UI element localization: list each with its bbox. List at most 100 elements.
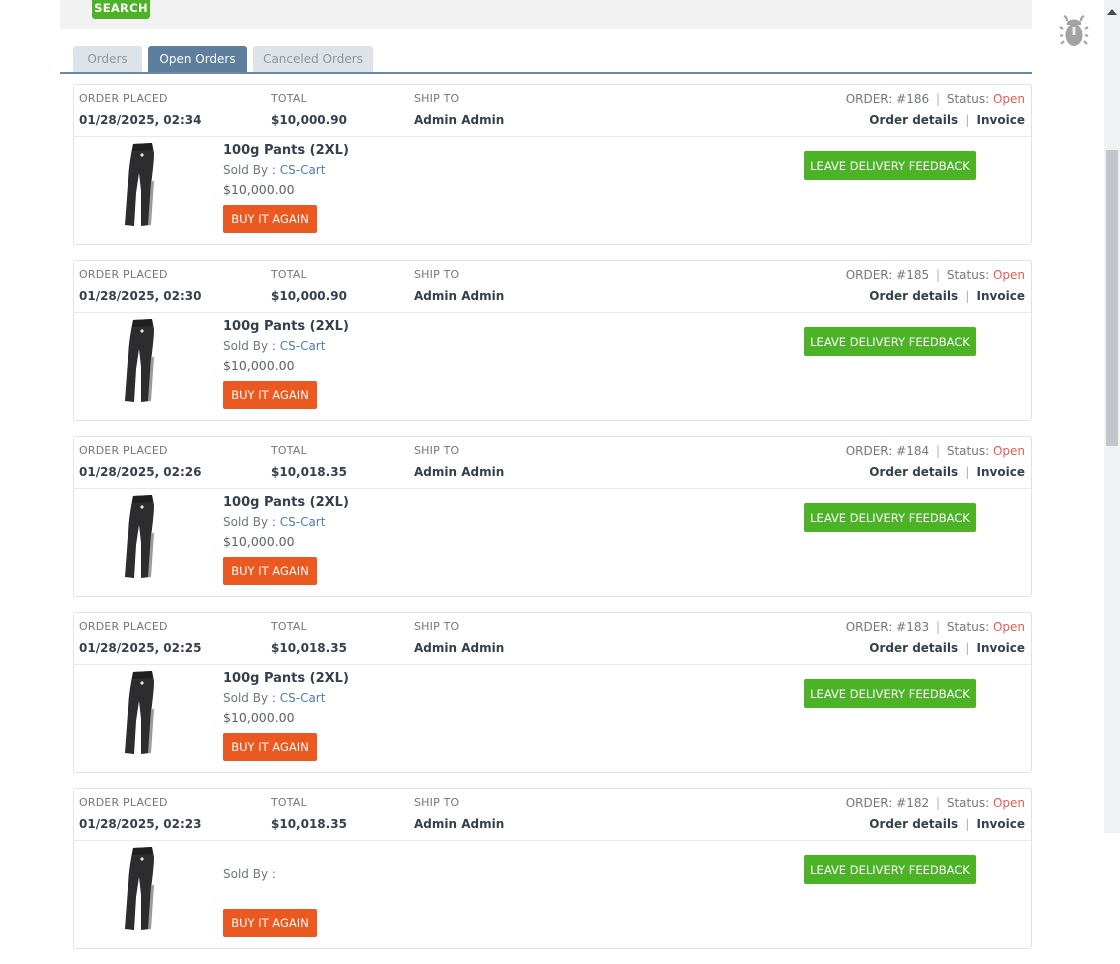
order-status-line: ORDER: #186 | Status: Open xyxy=(846,92,1025,106)
order-placed-value: 01/28/2025, 02:23 xyxy=(79,817,202,831)
separator: | xyxy=(965,641,970,655)
status-prefix: Status: xyxy=(946,796,990,810)
pants-image xyxy=(125,671,154,754)
leave-delivery-feedback-button[interactable]: LEAVE DELIVERY FEEDBACK xyxy=(804,679,976,708)
scroll-up-arrow-icon[interactable] xyxy=(1107,9,1117,15)
leave-delivery-feedback-button[interactable]: LEAVE DELIVERY FEEDBACK xyxy=(804,327,976,356)
invoice-link[interactable]: Invoice xyxy=(977,641,1025,655)
order-details-link[interactable]: Order details xyxy=(869,113,958,127)
order-block: ORDER PLACED TOTAL SHIP TO 01/28/2025, 0… xyxy=(73,436,1032,597)
order-number: #184 xyxy=(896,444,930,458)
invoice-link[interactable]: Invoice xyxy=(977,289,1025,303)
sold-by-label: Sold By : xyxy=(223,339,276,353)
order-total-value: $10,000.90 xyxy=(271,113,347,127)
search-button[interactable]: SEARCH xyxy=(92,0,150,19)
order-details-link[interactable]: Order details xyxy=(869,817,958,831)
order-block: ORDER PLACED TOTAL SHIP TO 01/28/2025, 0… xyxy=(73,612,1032,773)
order-status-line: ORDER: #183 | Status: Open xyxy=(846,620,1025,634)
total-label: TOTAL xyxy=(271,620,307,633)
status-value: Open xyxy=(992,268,1025,282)
order-placed-label: ORDER PLACED xyxy=(79,444,168,457)
scrollbar-thumb[interactable] xyxy=(1106,150,1118,446)
separator: | xyxy=(935,268,940,282)
product-sold-by: Sold By : CS-Cart xyxy=(223,691,325,705)
invoice-link[interactable]: Invoice xyxy=(977,817,1025,831)
order-details-link[interactable]: Order details xyxy=(869,289,958,303)
leave-delivery-feedback-button[interactable]: LEAVE DELIVERY FEEDBACK xyxy=(804,151,976,180)
product-thumbnail[interactable] xyxy=(108,669,173,757)
product-name-link[interactable]: 100g Pants (2XL) xyxy=(223,495,349,510)
total-label: TOTAL xyxy=(271,92,307,105)
product-thumbnail[interactable] xyxy=(108,493,173,581)
product-thumbnail[interactable] xyxy=(108,141,173,229)
status-prefix: Status: xyxy=(946,444,990,458)
order-total-value: $10,018.35 xyxy=(271,817,347,831)
separator: | xyxy=(965,289,970,303)
leave-delivery-feedback-button[interactable]: LEAVE DELIVERY FEEDBACK xyxy=(804,855,976,884)
ship-to-label: SHIP TO xyxy=(414,796,460,809)
order-links-line: Order details | Invoice xyxy=(869,817,1025,831)
status-value: Open xyxy=(992,444,1025,458)
order-details-link[interactable]: Order details xyxy=(869,465,958,479)
tab-canceled-orders[interactable]: Canceled Orders xyxy=(253,46,373,72)
header-divider xyxy=(74,312,1031,313)
invoice-link[interactable]: Invoice xyxy=(977,465,1025,479)
vendor-link[interactable]: CS-Cart xyxy=(280,339,326,353)
order-placed-value: 01/28/2025, 02:34 xyxy=(79,113,202,127)
order-number: #183 xyxy=(896,620,930,634)
product-name-link[interactable]: 100g Pants (2XL) xyxy=(223,671,349,686)
ship-to-label: SHIP TO xyxy=(414,620,460,633)
order-number-prefix: ORDER: xyxy=(845,92,893,106)
product-name-link[interactable]: 100g Pants (2XL) xyxy=(223,143,349,158)
order-number: #182 xyxy=(896,796,930,810)
pants-image xyxy=(125,143,154,226)
order-details-link[interactable]: Order details xyxy=(869,641,958,655)
tab-orders[interactable]: Orders xyxy=(73,46,142,72)
bug-icon[interactable] xyxy=(1059,14,1089,49)
ship-to-value: Admin Admin xyxy=(414,113,505,127)
buy-it-again-button[interactable]: BUY IT AGAIN xyxy=(223,205,317,233)
order-placed-value: 01/28/2025, 02:30 xyxy=(79,289,202,303)
product-thumbnail[interactable] xyxy=(108,845,173,933)
invoice-link[interactable]: Invoice xyxy=(977,113,1025,127)
buy-it-again-button[interactable]: BUY IT AGAIN xyxy=(223,909,317,937)
tab-open-orders[interactable]: Open Orders xyxy=(148,46,247,72)
pants-image xyxy=(125,847,154,930)
buy-it-again-button[interactable]: BUY IT AGAIN xyxy=(223,733,317,761)
buy-it-again-button[interactable]: BUY IT AGAIN xyxy=(223,557,317,585)
order-number: #185 xyxy=(896,268,930,282)
order-block: ORDER PLACED TOTAL SHIP TO 01/28/2025, 0… xyxy=(73,788,1032,949)
order-total-value: $10,018.35 xyxy=(271,465,347,479)
order-number-prefix: ORDER: xyxy=(845,268,893,282)
vendor-link[interactable]: CS-Cart xyxy=(280,691,326,705)
product-sold-by: Sold By : CS-Cart xyxy=(223,339,325,353)
order-links-line: Order details | Invoice xyxy=(869,465,1025,479)
order-block: ORDER PLACED TOTAL SHIP TO 01/28/2025, 0… xyxy=(73,84,1032,245)
order-status-line: ORDER: #184 | Status: Open xyxy=(846,444,1025,458)
order-placed-label: ORDER PLACED xyxy=(79,92,168,105)
header-divider xyxy=(74,136,1031,137)
ship-to-value: Admin Admin xyxy=(414,817,505,831)
order-number: #186 xyxy=(896,92,930,106)
total-label: TOTAL xyxy=(271,796,307,809)
order-status-line: ORDER: #185 | Status: Open xyxy=(846,268,1025,282)
product-name-link[interactable]: 100g Pants (2XL) xyxy=(223,319,349,334)
orders-list: ORDER PLACED TOTAL SHIP TO 01/28/2025, 0… xyxy=(73,84,1032,964)
bug-icon-glyph xyxy=(1059,14,1089,46)
product-thumbnail[interactable] xyxy=(108,317,173,405)
leave-delivery-feedback-button[interactable]: LEAVE DELIVERY FEEDBACK xyxy=(804,503,976,532)
order-status-line: ORDER: #182 | Status: Open xyxy=(846,796,1025,810)
pants-image xyxy=(125,319,154,402)
vendor-link[interactable]: CS-Cart xyxy=(280,515,326,529)
buy-it-again-button[interactable]: BUY IT AGAIN xyxy=(223,381,317,409)
order-placed-label: ORDER PLACED xyxy=(79,796,168,809)
product-sold-by: Sold By : CS-Cart xyxy=(223,163,325,177)
product-price: $10,000.00 xyxy=(223,182,295,197)
ship-to-label: SHIP TO xyxy=(414,444,460,457)
separator: | xyxy=(935,92,940,106)
orders-page: { "search": { "button_label": "SEARCH" }… xyxy=(0,0,1120,949)
separator: | xyxy=(935,620,940,634)
order-links-line: Order details | Invoice xyxy=(869,113,1025,127)
vendor-link[interactable]: CS-Cart xyxy=(280,163,326,177)
order-links-line: Order details | Invoice xyxy=(869,641,1025,655)
